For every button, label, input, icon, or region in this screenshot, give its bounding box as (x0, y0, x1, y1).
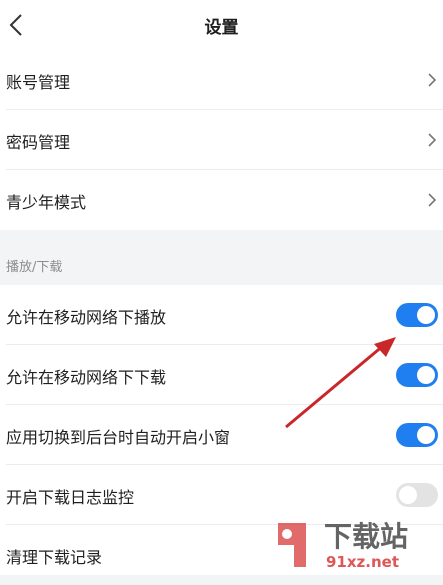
toggle-knob (417, 366, 435, 384)
watermark-url: 91xz.net (326, 553, 400, 571)
mobile-download-toggle[interactable] (396, 363, 438, 387)
row-label: 开启下载日志监控 (6, 488, 135, 507)
top-bar: 设置 (0, 0, 443, 50)
watermark-brand: 下载站 (324, 520, 409, 553)
chevron-right-icon (428, 193, 437, 207)
row-label: 允许在移动网络下播放 (6, 308, 167, 327)
watermark-logo-icon (278, 523, 306, 567)
section-title-playback: 播放/下载 (6, 260, 63, 275)
mobile-play-row: 允许在移动网络下播放 (0, 285, 443, 345)
toggle-knob (417, 306, 435, 324)
download-log-toggle[interactable] (396, 483, 438, 507)
row-label: 密码管理 (6, 133, 71, 152)
password-management-row[interactable]: 密码管理 (0, 110, 443, 170)
row-label: 青少年模式 (6, 193, 87, 212)
account-management-row[interactable]: 账号管理 (0, 50, 443, 110)
toggle-knob (399, 486, 417, 504)
chevron-right-icon (428, 73, 437, 87)
watermark: 下载站 91xz.net (270, 515, 443, 575)
chevron-right-icon (428, 133, 437, 147)
mobile-download-row: 允许在移动网络下下载 (0, 345, 443, 405)
row-label: 清理下载记录 (6, 548, 103, 567)
background-pip-toggle[interactable] (396, 423, 438, 447)
page-title: 设置 (204, 18, 239, 38)
background-pip-row: 应用切换到后台时自动开启小窗 (0, 405, 443, 465)
toggle-knob (417, 426, 435, 444)
teen-mode-row[interactable]: 青少年模式 (0, 170, 443, 230)
row-label: 允许在移动网络下下载 (6, 368, 167, 387)
row-label: 应用切换到后台时自动开启小窗 (6, 428, 231, 447)
mobile-play-toggle[interactable] (396, 303, 438, 327)
row-label: 账号管理 (6, 73, 71, 92)
account-group: 账号管理 密码管理 青少年模式 (0, 50, 443, 230)
